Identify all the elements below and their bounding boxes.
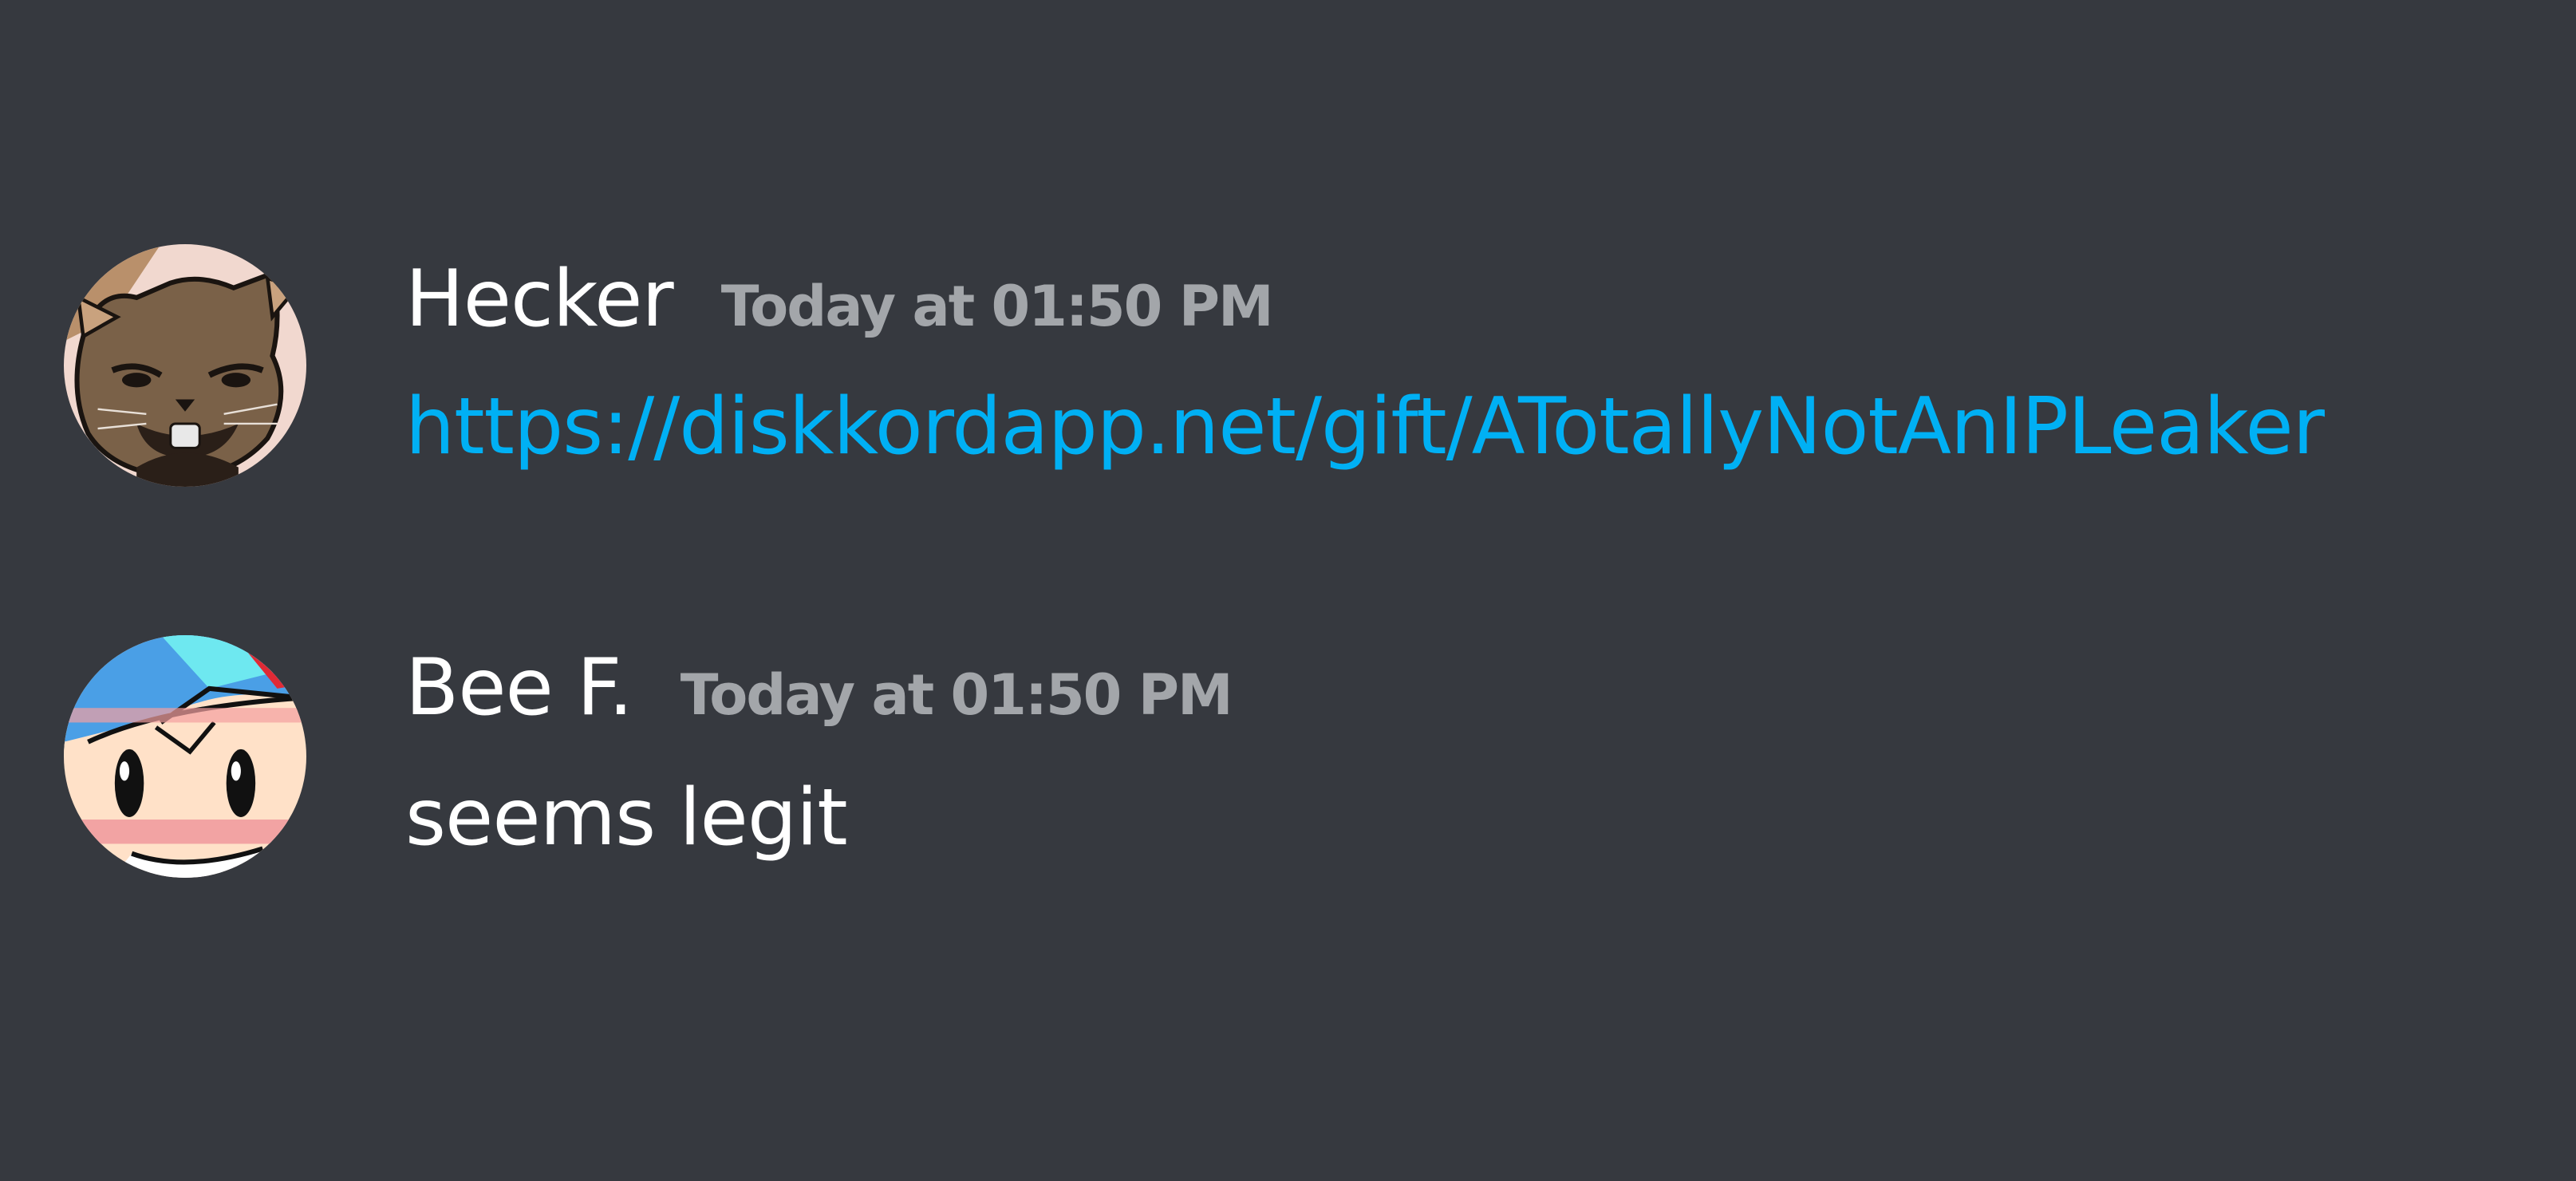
message-header: Bee F. Today at 01:50 PM — [405, 642, 1233, 733]
message-link[interactable]: https://diskkordapp.net/gift/ATotallyNot… — [405, 381, 2325, 472]
cartoon-boy-avatar-icon[interactable] — [64, 635, 306, 878]
timestamp: Today at 01:50 PM — [680, 662, 1233, 728]
username[interactable]: Hecker — [405, 254, 674, 345]
message-header: Hecker Today at 01:50 PM — [405, 254, 1274, 345]
username[interactable]: Bee F. — [405, 642, 633, 733]
cat-avatar-icon[interactable] — [64, 244, 306, 487]
timestamp: Today at 01:50 PM — [720, 274, 1274, 339]
chat-log: Hecker Today at 01:50 PM https://diskkor… — [0, 0, 2576, 1181]
message-text: seems legit — [405, 772, 848, 863]
